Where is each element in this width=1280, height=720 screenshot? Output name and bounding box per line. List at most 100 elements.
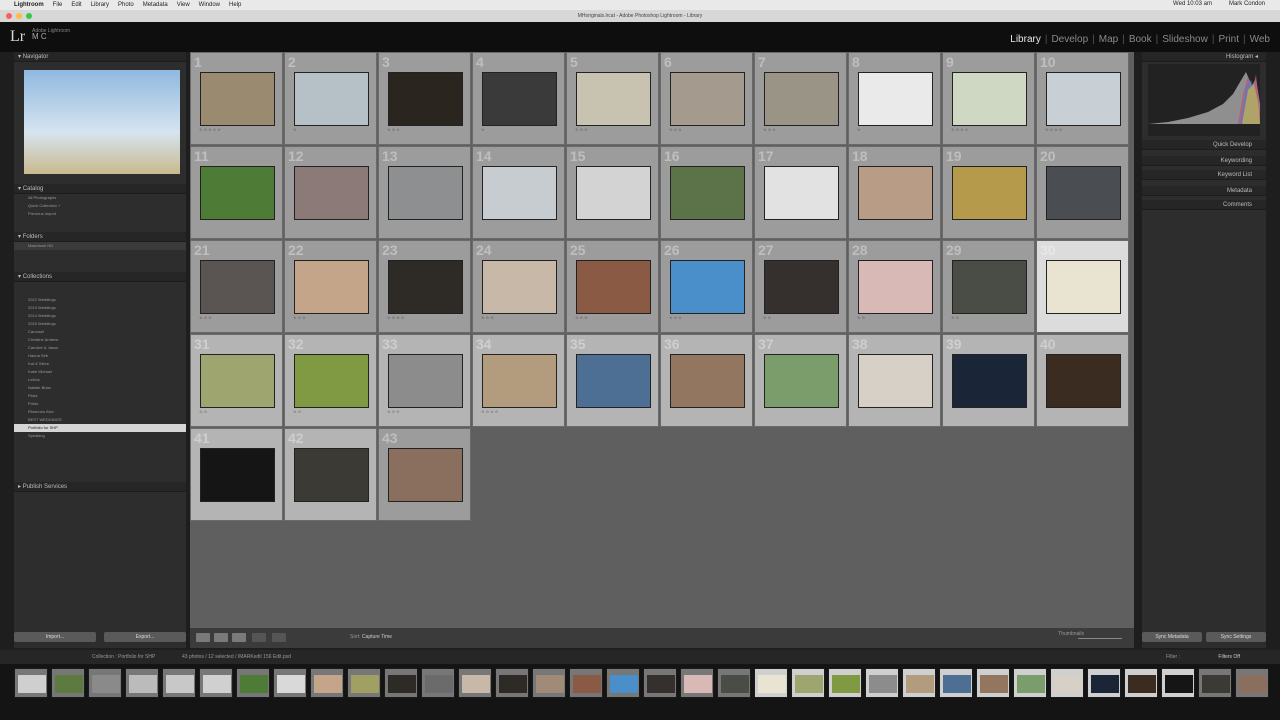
- module-develop[interactable]: Develop: [1047, 34, 1092, 45]
- cell-rating[interactable]: ☆☆☆☆: [481, 409, 499, 414]
- left-panel-edge[interactable]: [0, 52, 14, 648]
- collection-item[interactable]: Candice & Jason: [14, 344, 186, 352]
- filmstrip-thumbnail[interactable]: [14, 668, 48, 698]
- grid-cell[interactable]: 8 ☆: [848, 52, 941, 145]
- filmstrip-thumbnail[interactable]: [532, 668, 566, 698]
- menu-metadata[interactable]: Metadata: [143, 2, 168, 8]
- collection-item[interactable]: Portfolio for SHP: [14, 424, 186, 432]
- grid-cell[interactable]: 12: [284, 146, 377, 239]
- photo-thumbnail[interactable]: [859, 355, 932, 407]
- grid-cell[interactable]: 24 ☆☆☆: [472, 240, 565, 333]
- folder-item[interactable]: Macintosh HD: [14, 242, 186, 250]
- histogram-graph[interactable]: [1148, 64, 1260, 136]
- grid-cell[interactable]: 37: [754, 334, 847, 427]
- navigator-header[interactable]: ▾ Navigator: [14, 52, 186, 62]
- photo-thumbnail[interactable]: [953, 261, 1026, 313]
- grid-cell[interactable]: 15: [566, 146, 659, 239]
- photo-thumbnail[interactable]: [389, 167, 462, 219]
- catalog-item[interactable]: All Photographs: [14, 194, 186, 202]
- filmstrip-thumbnail[interactable]: [1161, 668, 1195, 698]
- photo-thumbnail[interactable]: [765, 355, 838, 407]
- photo-thumbnail[interactable]: [765, 73, 838, 125]
- photo-thumbnail[interactable]: [201, 73, 274, 125]
- photo-thumbnail[interactable]: [1047, 167, 1120, 219]
- grid-view-icon[interactable]: [196, 633, 210, 642]
- keyword-list-header[interactable]: Keyword List: [1142, 170, 1266, 180]
- grid-cell[interactable]: 30: [1036, 240, 1129, 333]
- cell-rating[interactable]: ☆☆☆: [481, 315, 495, 320]
- photo-thumbnail[interactable]: [1047, 261, 1120, 313]
- keywording-header[interactable]: Keywording: [1142, 156, 1266, 166]
- grid-cell[interactable]: 34 ☆☆☆☆: [472, 334, 565, 427]
- grid-cell[interactable]: 33 ☆☆☆: [378, 334, 471, 427]
- cell-rating[interactable]: ☆☆: [857, 315, 866, 320]
- close-window-button[interactable]: [6, 13, 12, 19]
- grid-cell[interactable]: 5 ☆☆☆: [566, 52, 659, 145]
- cell-rating[interactable]: ☆☆☆☆: [387, 315, 405, 320]
- grid-cell[interactable]: 3 ☆☆☆: [378, 52, 471, 145]
- collection-item[interactable]: BEST WEDDINGS: [14, 416, 186, 424]
- filter-select[interactable]: Filters Off: [1218, 650, 1240, 664]
- cell-rating[interactable]: ☆☆☆: [293, 315, 307, 320]
- photo-thumbnail[interactable]: [577, 73, 650, 125]
- cell-rating[interactable]: ☆☆☆: [387, 127, 401, 132]
- filmstrip-thumbnail[interactable]: [347, 668, 381, 698]
- grid-cell[interactable]: 20: [1036, 146, 1129, 239]
- quick-develop-header[interactable]: Quick Develop: [1142, 140, 1266, 150]
- photo-thumbnail[interactable]: [671, 261, 744, 313]
- photo-thumbnail[interactable]: [859, 73, 932, 125]
- catalog-item[interactable]: Quick Collection +: [14, 202, 186, 210]
- module-library[interactable]: Library: [1006, 34, 1045, 45]
- module-book[interactable]: Book: [1125, 34, 1156, 45]
- cell-rating[interactable]: ☆: [293, 127, 298, 132]
- filmstrip-thumbnail[interactable]: [643, 668, 677, 698]
- metadata-header[interactable]: Metadata: [1142, 186, 1266, 196]
- photo-thumbnail[interactable]: [953, 73, 1026, 125]
- cell-rating[interactable]: ☆☆☆: [199, 315, 213, 320]
- cell-rating[interactable]: ☆☆: [293, 409, 302, 414]
- grid-cell[interactable]: 38: [848, 334, 941, 427]
- comments-header[interactable]: Comments: [1142, 200, 1266, 210]
- filmstrip-thumbnail[interactable]: [162, 668, 196, 698]
- module-web[interactable]: Web: [1246, 34, 1274, 45]
- photo-thumbnail[interactable]: [295, 355, 368, 407]
- grid-cell[interactable]: 16: [660, 146, 753, 239]
- grid-cell[interactable]: 27 ☆☆: [754, 240, 847, 333]
- right-panel-edge[interactable]: [1266, 52, 1280, 648]
- photo-thumbnail[interactable]: [765, 167, 838, 219]
- minimize-window-button[interactable]: [16, 13, 22, 19]
- grid-cell[interactable]: 4 ☆: [472, 52, 565, 145]
- cell-rating[interactable]: ☆☆☆☆: [1045, 127, 1063, 132]
- filmstrip-thumbnail[interactable]: [828, 668, 862, 698]
- collections-header[interactable]: ▾ Collections: [14, 272, 186, 282]
- menu-edit[interactable]: Edit: [71, 2, 81, 8]
- collection-item[interactable]: Rhiannon Alex: [14, 408, 186, 416]
- grid-cell[interactable]: 10 ☆☆☆☆: [1036, 52, 1129, 145]
- grid-cell[interactable]: 26 ☆☆☆: [660, 240, 753, 333]
- grid-cell[interactable]: 39: [942, 334, 1035, 427]
- cell-rating[interactable]: ☆☆☆☆☆: [199, 127, 222, 132]
- grid-cell[interactable]: 31 ☆☆: [190, 334, 283, 427]
- filmstrip-thumbnail[interactable]: [717, 668, 751, 698]
- grid-cell[interactable]: 40: [1036, 334, 1129, 427]
- filmstrip-thumbnail[interactable]: [976, 668, 1010, 698]
- filmstrip-thumbnail[interactable]: [680, 668, 714, 698]
- photo-thumbnail[interactable]: [201, 261, 274, 313]
- photo-thumbnail[interactable]: [671, 167, 744, 219]
- grid-cell[interactable]: 23 ☆☆☆☆: [378, 240, 471, 333]
- cell-rating[interactable]: ☆☆☆: [669, 315, 683, 320]
- user-name[interactable]: Mark Condon: [1229, 1, 1265, 7]
- collection-item[interactable]: Prints: [14, 400, 186, 408]
- filmstrip-thumbnail[interactable]: [1050, 668, 1084, 698]
- grid-cell[interactable]: 22 ☆☆☆: [284, 240, 377, 333]
- photo-thumbnail[interactable]: [1047, 355, 1120, 407]
- grid-cell[interactable]: 36: [660, 334, 753, 427]
- loupe-view-icon[interactable]: [214, 633, 228, 642]
- photo-thumbnail[interactable]: [859, 261, 932, 313]
- collection-item[interactable]: 2013 Weddings: [14, 304, 186, 312]
- people-view-icon[interactable]: [272, 633, 286, 642]
- photo-thumbnail[interactable]: [483, 355, 556, 407]
- filmstrip-thumbnail[interactable]: [273, 668, 307, 698]
- photo-thumbnail[interactable]: [859, 167, 932, 219]
- filmstrip-thumbnail[interactable]: [1198, 668, 1232, 698]
